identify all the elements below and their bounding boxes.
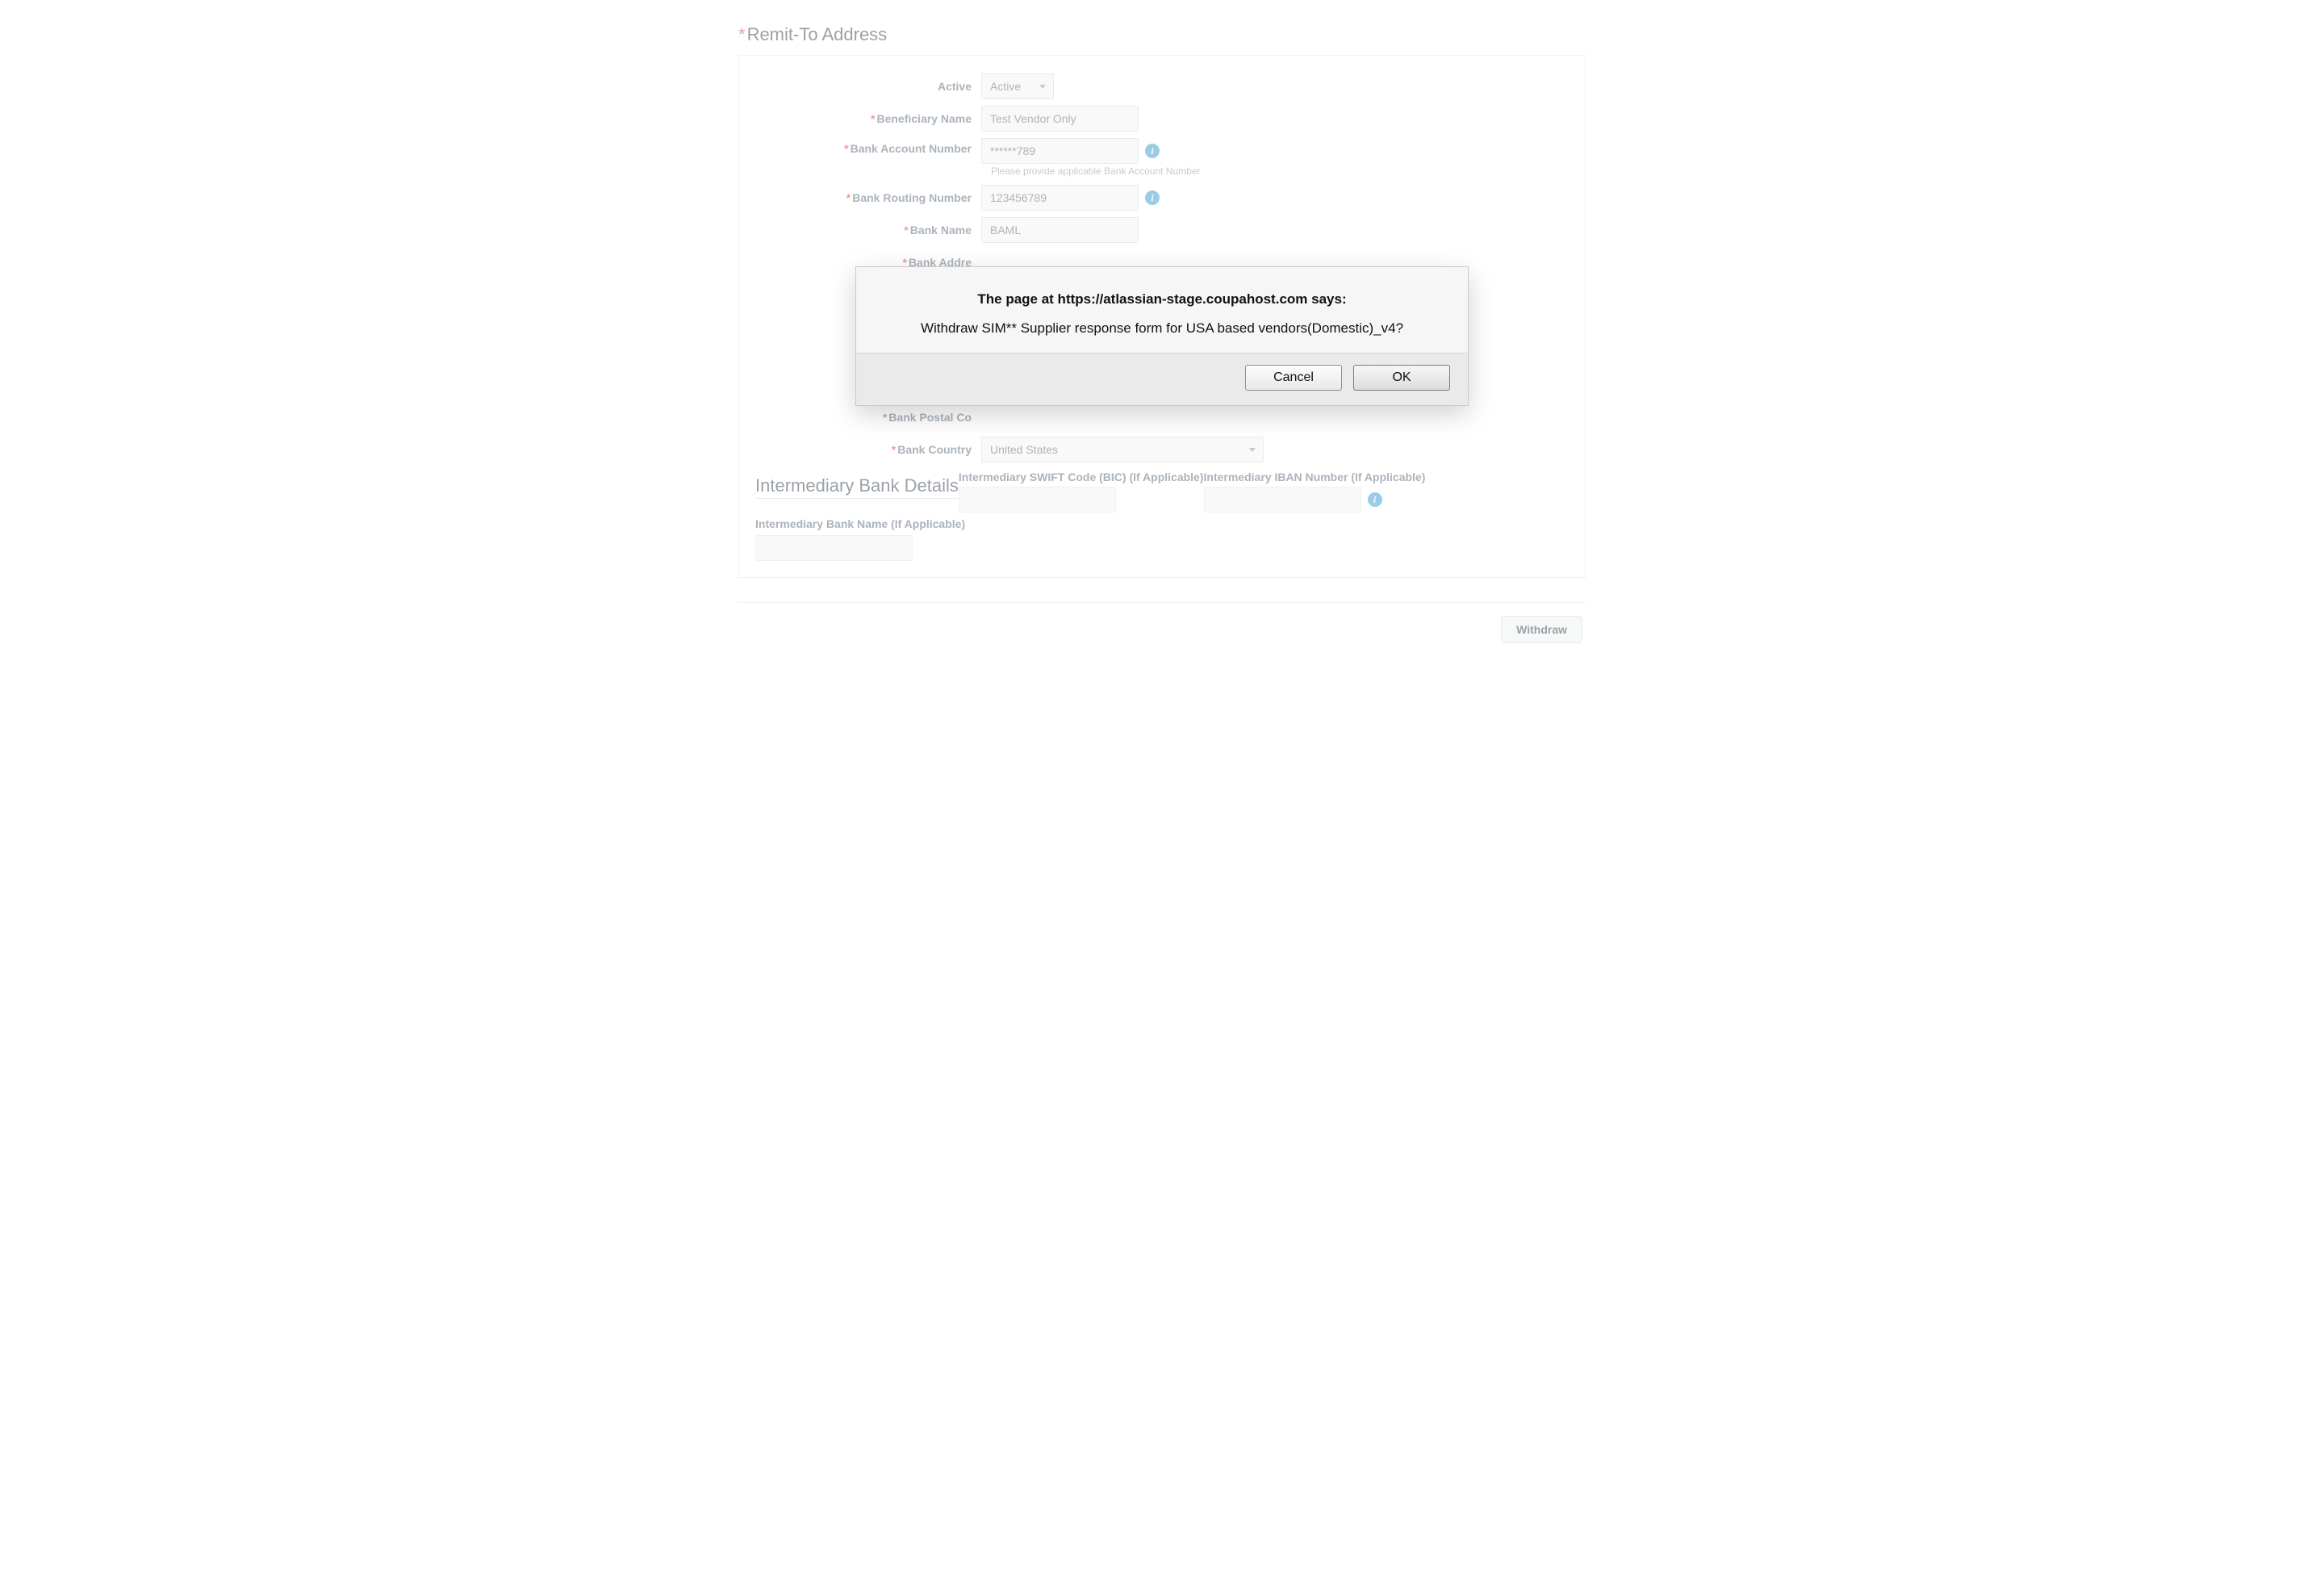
dialog-title: The page at https://atlassian-stage.coup…	[876, 291, 1448, 308]
confirm-dialog: The page at https://atlassian-stage.coup…	[855, 266, 1469, 406]
ok-button[interactable]: OK	[1353, 365, 1450, 391]
dialog-message: Withdraw SIM** Supplier response form fo…	[876, 320, 1448, 337]
cancel-button[interactable]: Cancel	[1245, 365, 1342, 391]
modal-overlay: The page at https://atlassian-stage.coup…	[0, 0, 2324, 1569]
